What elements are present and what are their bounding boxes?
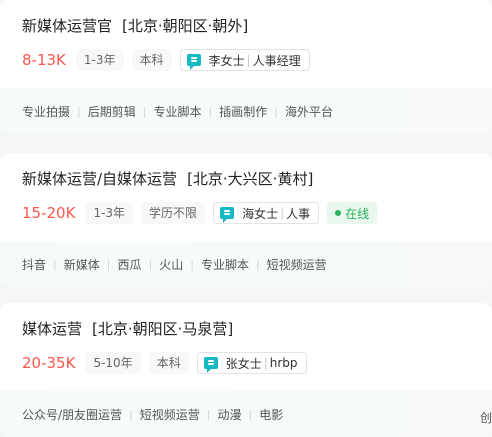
divider: | — [255, 257, 260, 271]
job-card[interactable]: 新媒体运营/自媒体运营 [北京·大兴区·黄村] 15-20K 1-3年 学历不限 … — [0, 153, 492, 287]
skill-tag: 抖音 — [22, 257, 47, 272]
chat-icon — [203, 357, 218, 373]
divider: | — [263, 356, 268, 370]
divider: | — [148, 257, 153, 271]
job-location: [北京·大兴区·黄村] — [187, 170, 314, 188]
divider: | — [190, 257, 194, 271]
recruiter-role: hrbp — [269, 356, 298, 370]
skill-tag: 电影 — [259, 407, 284, 422]
experience-tag: 1-3年 — [75, 49, 124, 71]
skill-tag: 短视频运营 — [139, 407, 200, 422]
divider: | — [142, 104, 147, 118]
job-location: [北京·朝阳区·马泉营] — [92, 320, 234, 338]
divider: | — [280, 206, 285, 220]
job-info-row: 15-20K 1-3年 学历不限 海女士 | 人事 在线 — [22, 202, 378, 224]
divider: | — [129, 407, 133, 421]
skill-tag: 专业脚本 — [153, 104, 202, 119]
online-dot-icon — [335, 210, 342, 216]
skill-tag: 插画制作 — [219, 104, 268, 119]
job-title[interactable]: 媒体运营 — [22, 320, 82, 338]
divider: | — [248, 407, 253, 421]
job-location: [北京·朝阳区·朝外] — [122, 17, 249, 35]
recruiter-role: 人事经理 — [252, 53, 301, 68]
job-title-row[interactable]: 新媒体运营官 [北京·朝阳区·朝外] — [22, 15, 248, 37]
online-label: 在线 — [345, 206, 370, 221]
recruiter-name: 海女士 — [242, 206, 279, 221]
job-title[interactable]: 新媒体运营官 — [22, 17, 112, 35]
divider: | — [208, 104, 213, 118]
salary: 15-20K — [22, 204, 76, 222]
skill-tags: 抖音 | 新媒体 | 西瓜 | 火山 | 专业脚本 | 短视频运营 — [0, 241, 492, 287]
job-info-row: 20-35K 5-10年 本科 张女士 | hrbp — [22, 352, 315, 374]
divider: | — [77, 104, 81, 118]
recruiter-chat-button[interactable]: 海女士 | 人事 — [213, 202, 320, 224]
skill-tag: 公众号/朋友圈运营 — [22, 407, 123, 422]
salary: 8-13K — [22, 51, 66, 69]
skill-tags: 专业拍摄 | 后期剪辑 | 专业脚本 | 插画制作 | 海外平台 — [0, 88, 492, 134]
job-card[interactable]: 媒体运营 [北京·朝阳区·马泉营] 20-35K 5-10年 本科 张女士 | h… — [0, 303, 492, 437]
chat-icon — [186, 54, 201, 70]
divider: | — [53, 257, 57, 271]
job-title-row[interactable]: 媒体运营 [北京·朝阳区·马泉营] — [22, 318, 233, 340]
divider: | — [246, 53, 251, 67]
skill-tag: 专业拍摄 — [22, 104, 71, 119]
chat-icon — [220, 207, 235, 223]
truncated-text: 创 — [479, 411, 492, 425]
skill-tag: 西瓜 — [117, 257, 142, 272]
recruiter-name: 李女士 — [208, 53, 245, 68]
online-status-badge: 在线 — [327, 202, 378, 224]
skill-tag: 火山 — [159, 257, 184, 272]
experience-tag: 5-10年 — [85, 352, 141, 374]
skill-tag: 短视频运营 — [266, 257, 327, 272]
skill-tags: 公众号/朋友圈运营 | 短视频运营 | 动漫 | 电影 — [0, 391, 492, 437]
divider: | — [274, 104, 278, 118]
skill-tag: 动漫 — [217, 407, 242, 422]
education-tag: 本科 — [148, 352, 189, 374]
recruiter-role: 人事 — [286, 206, 311, 221]
job-title-row[interactable]: 新媒体运营/自媒体运营 [北京·大兴区·黄村] — [22, 168, 313, 190]
skill-tag: 新媒体 — [63, 257, 100, 272]
job-title[interactable]: 新媒体运营/自媒体运营 — [22, 170, 177, 188]
job-info-row: 8-13K 1-3年 本科 李女士 | 人事经理 — [22, 49, 318, 71]
recruiter-chat-button[interactable]: 李女士 | 人事经理 — [179, 49, 310, 71]
skill-tag: 海外平台 — [284, 104, 333, 119]
experience-tag: 1-3年 — [85, 202, 134, 224]
job-card[interactable]: 新媒体运营官 [北京·朝阳区·朝外] 8-13K 1-3年 本科 李女士 | 人事… — [0, 0, 492, 134]
skill-tag: 后期剪辑 — [87, 104, 136, 119]
divider: | — [206, 407, 211, 421]
salary: 20-35K — [22, 354, 76, 372]
skill-tag: 专业脚本 — [200, 257, 249, 272]
recruiter-name: 张女士 — [225, 356, 262, 371]
education-tag: 学历不限 — [141, 202, 206, 224]
divider: | — [106, 257, 111, 271]
education-tag: 本科 — [131, 49, 172, 71]
recruiter-chat-button[interactable]: 张女士 | hrbp — [196, 352, 307, 374]
